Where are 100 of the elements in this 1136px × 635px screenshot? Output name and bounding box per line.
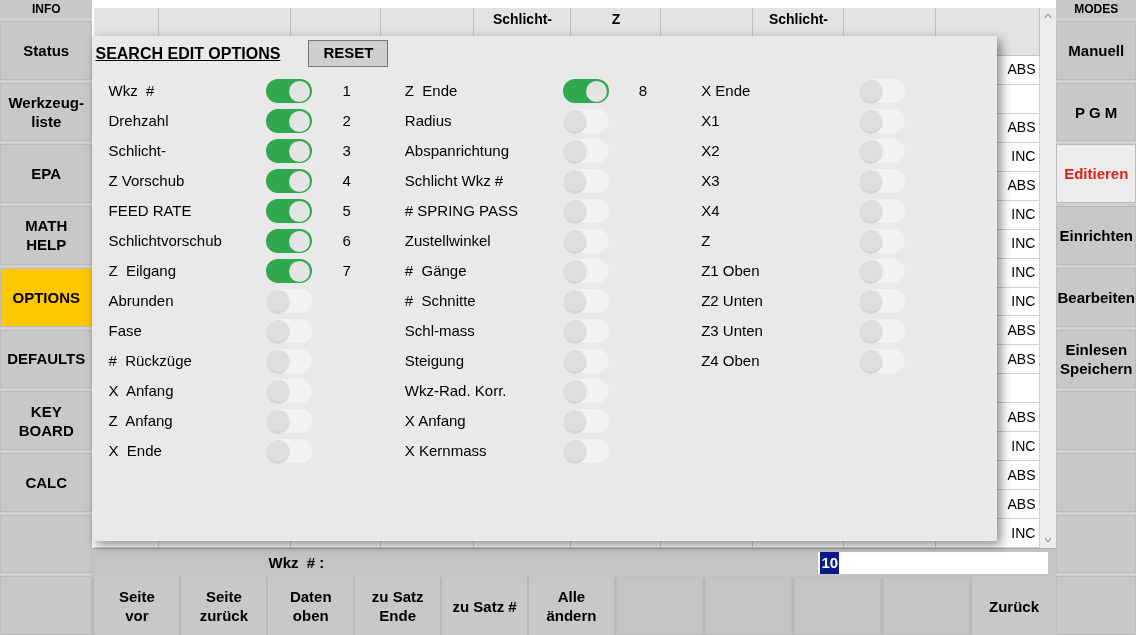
toolbar-button[interactable]: Seite zurück [181,577,267,635]
toggle-switch[interactable] [562,109,609,133]
option-label: Abspanrichtung [404,140,511,161]
toggle-switch[interactable] [859,259,906,283]
option-label: Drehzahl [108,110,170,131]
toggle-switch[interactable] [266,289,313,313]
toolbar-button[interactable]: zu Satz Ende [355,577,441,635]
toggle-switch[interactable] [266,109,313,133]
toggle-switch[interactable] [859,169,906,193]
sidebar-button[interactable]: KEY BOARD [0,391,93,450]
sidebar-button[interactable]: Manuell [1056,21,1136,80]
toggle-switch[interactable] [859,109,906,133]
toggle-switch[interactable] [859,229,906,253]
toolbar-button[interactable]: zu Satz # [442,577,527,635]
toolbar-button[interactable]: Alle ändern [529,577,614,635]
option-label: # Rückzüge [108,350,193,371]
option-label: Z Anfang [108,410,174,431]
option-label: Schlicht Wkz # [404,170,505,191]
sidebar-button[interactable] [1056,452,1136,512]
toggle-switch[interactable] [562,289,609,313]
option-label: Z Eilgang [108,260,177,281]
toggle-switch[interactable] [266,169,313,193]
option-label: Z [701,230,712,251]
toggle-switch[interactable] [562,259,609,283]
toggle-switch[interactable] [266,319,313,343]
option-label: Schlichtvorschub [108,230,223,251]
order-number: 8 [638,80,648,101]
toggle-switch[interactable] [562,79,609,103]
toggle-switch[interactable] [859,139,906,163]
toggle-switch[interactable] [562,169,609,193]
option-label: Steigung [404,350,465,371]
scroll-down-icon[interactable] [1043,536,1054,544]
toggle-switch[interactable] [266,349,313,373]
toggle-switch[interactable] [266,439,313,463]
sidebar-button[interactable]: Einrichten [1056,206,1136,265]
option-label: Z Ende [404,80,459,101]
toolbar-button[interactable]: Seite vor [94,577,180,635]
toggle-switch[interactable] [562,229,609,253]
scroll-up-icon[interactable] [1043,12,1054,20]
option-label: Z Vorschub [108,170,186,191]
sidebar-button[interactable]: DEFAULTS [0,329,93,389]
toggle-switch[interactable] [562,139,609,163]
toggle-switch[interactable] [266,229,313,253]
sidebar-button[interactable] [0,514,93,574]
option-label: Zustellwinkel [404,230,492,251]
toggle-switch[interactable] [562,199,609,223]
reset-button[interactable]: RESET [308,40,389,67]
toggle-switch[interactable] [562,439,609,463]
toggle-switch[interactable] [859,349,906,373]
option-label: Radius [404,110,453,131]
field-label: Wkz # : [268,552,326,573]
option-label: X1 [701,110,721,131]
sidebar-button[interactable]: Einlesen Speichern [1056,329,1136,389]
toolbar-button[interactable]: Zurück [971,577,1057,635]
option-label: X2 [701,140,721,161]
option-label: # SPRING PASS [404,200,519,221]
option-label: X Anfang [108,380,175,401]
sidebar-button[interactable]: Werkzeug- liste [0,82,93,142]
toggle-switch[interactable] [859,199,906,223]
sidebar-button[interactable] [1056,391,1136,450]
order-number: 6 [342,230,351,251]
toggle-switch[interactable] [859,319,906,343]
toggle-switch[interactable] [859,289,906,313]
sidebar-button[interactable]: MATH HELP [0,206,93,265]
sidebar-button[interactable]: Status [0,21,93,80]
toggle-switch[interactable] [562,349,609,373]
option-label: Abrunden [108,290,175,311]
toggle-switch[interactable] [266,79,313,103]
toggle-switch[interactable] [562,319,609,343]
sidebar-button[interactable] [0,576,93,635]
sidebar-button[interactable]: P G M [1056,82,1136,142]
sidebar-button[interactable]: Bearbeiten [1056,267,1136,327]
dialog-title: SEARCH EDIT OPTIONS [95,43,281,64]
sidebar-button[interactable]: Editieren [1056,144,1136,204]
order-number: 1 [342,80,351,101]
toggle-switch[interactable] [266,379,313,403]
sidebar-button[interactable]: CALC [0,452,93,512]
option-label: X Ende [108,440,163,461]
toggle-switch[interactable] [266,199,313,223]
toggle-switch[interactable] [266,409,313,433]
option-label: Schl-mass [404,320,476,341]
toggle-switch[interactable] [859,79,906,103]
option-label: Z3 Unten [701,320,764,341]
option-label: X Ende [701,80,752,101]
option-label: Wkz # [108,80,156,101]
toggle-switch[interactable] [266,139,313,163]
toggle-switch[interactable] [266,259,313,283]
sidebar-button[interactable]: EPA [0,144,93,204]
input-field[interactable]: 10 [818,552,1049,574]
order-number: 2 [342,110,351,131]
option-label: Schlicht- [108,140,167,161]
toggle-switch[interactable] [562,379,609,403]
order-number: 7 [342,260,351,281]
sidebar-button[interactable]: OPTIONS [0,267,93,327]
toolbar-button[interactable]: Daten oben [268,577,354,635]
option-label: # Gänge [404,260,468,281]
scrollbar[interactable] [1040,8,1057,548]
option-label: X3 [701,170,721,191]
option-label: FEED RATE [108,200,193,221]
toggle-switch[interactable] [562,409,609,433]
